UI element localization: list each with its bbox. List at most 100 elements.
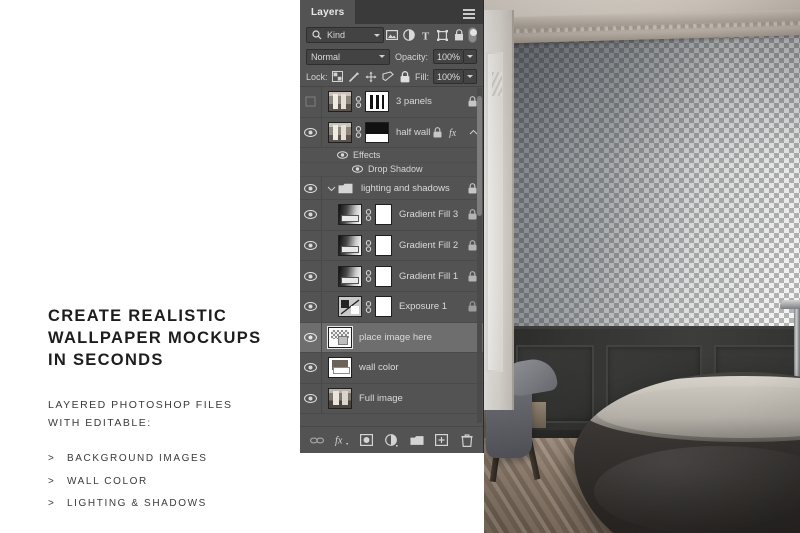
layer-visibility-toggle[interactable]: [300, 322, 322, 353]
layer-filter-row: Kind T: [300, 24, 483, 46]
table-row[interactable]: Full image: [300, 383, 483, 415]
layer-list[interactable]: 3 panels half wall fx Effects Drop Shado…: [300, 87, 483, 426]
type-filter-icon[interactable]: T: [417, 26, 434, 44]
link-layers-icon[interactable]: [309, 433, 324, 447]
lock-all-icon[interactable]: [398, 70, 412, 84]
effects-visibility-toggle[interactable]: [337, 151, 348, 159]
table-row[interactable]: Gradient Fill 2: [300, 230, 483, 262]
shape-filter-icon[interactable]: [434, 26, 451, 44]
layer-visibility-toggle[interactable]: [300, 291, 322, 322]
fill-stepper[interactable]: [464, 69, 477, 84]
mask-link-icon[interactable]: [364, 239, 373, 252]
list-item[interactable]: Drop Shadow: [300, 162, 483, 178]
filter-kind-select[interactable]: Kind: [306, 27, 384, 43]
table-row[interactable]: place image here: [300, 322, 483, 354]
eye-icon: [304, 210, 317, 220]
promo-subheading-line: Layered Photoshop files: [48, 399, 233, 411]
layer-name: 3 panels: [396, 96, 432, 108]
layer-thumbnail[interactable]: [338, 265, 362, 287]
tab-layers[interactable]: Layers: [300, 0, 356, 24]
layer-thumbnails[interactable]: [338, 235, 392, 257]
mask-link-icon[interactable]: [364, 300, 373, 313]
layer-mask-thumbnail[interactable]: [375, 265, 392, 287]
layer-visibility-toggle[interactable]: [300, 383, 322, 414]
group-expand-chevron-down-icon[interactable]: [326, 185, 336, 192]
add-layer-mask-icon[interactable]: [360, 433, 374, 447]
layer-thumbnails[interactable]: [327, 325, 353, 349]
layer-effects-fx-icon[interactable]: fx: [448, 125, 462, 139]
layer-visibility-toggle[interactable]: [300, 117, 322, 148]
layer-thumbnails[interactable]: [338, 296, 392, 318]
table-row[interactable]: Gradient Fill 1: [300, 261, 483, 292]
layer-thumbnail[interactable]: [328, 388, 352, 410]
adjustment-filter-icon[interactable]: [400, 26, 417, 44]
opacity-stepper[interactable]: [464, 49, 477, 64]
blend-mode-row: Normal Opacity: 100%: [300, 46, 483, 67]
layer-thumbnail[interactable]: [327, 325, 353, 349]
layer-name: Gradient Fill 1: [399, 270, 459, 282]
list-item[interactable]: Effects: [300, 148, 483, 163]
layer-thumbnail[interactable]: [328, 91, 352, 113]
layer-visibility-toggle[interactable]: [300, 353, 322, 383]
lock-icon[interactable]: [430, 125, 444, 139]
mask-link-icon[interactable]: [364, 270, 373, 283]
layer-visibility-toggle[interactable]: [300, 200, 322, 230]
lock-position-icon[interactable]: [364, 70, 378, 84]
table-row[interactable]: wall color: [300, 353, 483, 384]
layer-visibility-toggle[interactable]: [300, 230, 322, 261]
layer-thumbnail[interactable]: [338, 296, 362, 318]
mask-link-icon[interactable]: [354, 95, 363, 108]
layer-thumbnail[interactable]: [328, 121, 352, 143]
new-group-icon[interactable]: [409, 433, 424, 447]
panel-menu-icon[interactable]: [463, 9, 475, 19]
table-row[interactable]: half wall fx: [300, 117, 483, 149]
layer-mask-thumbnail[interactable]: [375, 204, 392, 226]
table-row[interactable]: 3 panels: [300, 87, 483, 118]
table-row[interactable]: Gradient Fill 3: [300, 200, 483, 231]
table-row[interactable]: lighting and shadows: [300, 177, 483, 201]
chevron-down-icon: [467, 75, 473, 78]
image-filter-icon[interactable]: [384, 26, 401, 44]
mask-link-icon[interactable]: [354, 126, 363, 139]
eye-icon: [304, 363, 317, 373]
layer-mask-thumbnail[interactable]: [365, 91, 389, 113]
layer-thumbnails[interactable]: [328, 121, 389, 143]
layer-mask-thumbnail[interactable]: [365, 121, 389, 143]
fill-value: 100%: [436, 71, 461, 82]
tab-layers-label: Layers: [311, 6, 345, 18]
opacity-label: Opacity:: [394, 51, 428, 62]
blend-mode-select[interactable]: Normal: [306, 48, 390, 65]
opacity-input[interactable]: 100%: [433, 49, 464, 64]
layer-thumbnail[interactable]: [338, 204, 362, 226]
mask-link-icon[interactable]: [364, 209, 373, 221]
layer-mask-thumbnail[interactable]: [375, 235, 392, 257]
layer-visibility-toggle[interactable]: [300, 261, 322, 291]
lock-artboard-icon[interactable]: [381, 70, 395, 84]
layer-visibility-toggle[interactable]: [300, 177, 322, 200]
new-fill-adjustment-icon[interactable]: [385, 433, 399, 447]
new-layer-icon[interactable]: [435, 433, 449, 447]
layer-mask-thumbnail[interactable]: [375, 296, 392, 318]
delete-layer-icon[interactable]: [460, 433, 474, 447]
layer-thumbnails[interactable]: [328, 388, 352, 410]
chevron-down-icon: [467, 55, 473, 58]
lock-image-icon[interactable]: [347, 70, 361, 84]
fill-input[interactable]: 100%: [433, 69, 464, 84]
promo-heading: Create Realistic Wallpaper Mockups in Se…: [48, 305, 278, 371]
effect-visibility-toggle[interactable]: [352, 165, 363, 174]
smart-object-filter-icon[interactable]: [451, 26, 468, 44]
lock-transparency-icon[interactable]: [331, 70, 345, 84]
layer-visibility-toggle[interactable]: [300, 87, 322, 117]
layer-thumbnails[interactable]: [328, 91, 389, 113]
layer-thumbnails[interactable]: [328, 357, 352, 379]
layer-thumbnail[interactable]: [338, 235, 362, 257]
add-layer-style-icon[interactable]: fx: [335, 433, 349, 447]
layer-list-scrollbar-thumb[interactable]: [477, 96, 482, 216]
eye-icon: [304, 332, 317, 342]
table-row[interactable]: Exposure 1: [300, 291, 483, 323]
layer-thumbnail[interactable]: [328, 357, 352, 379]
layer-thumbnails[interactable]: [338, 265, 392, 287]
filter-enable-toggle[interactable]: [468, 27, 478, 43]
layer-thumbnails[interactable]: [338, 204, 392, 226]
svg-text:T: T: [422, 30, 430, 41]
